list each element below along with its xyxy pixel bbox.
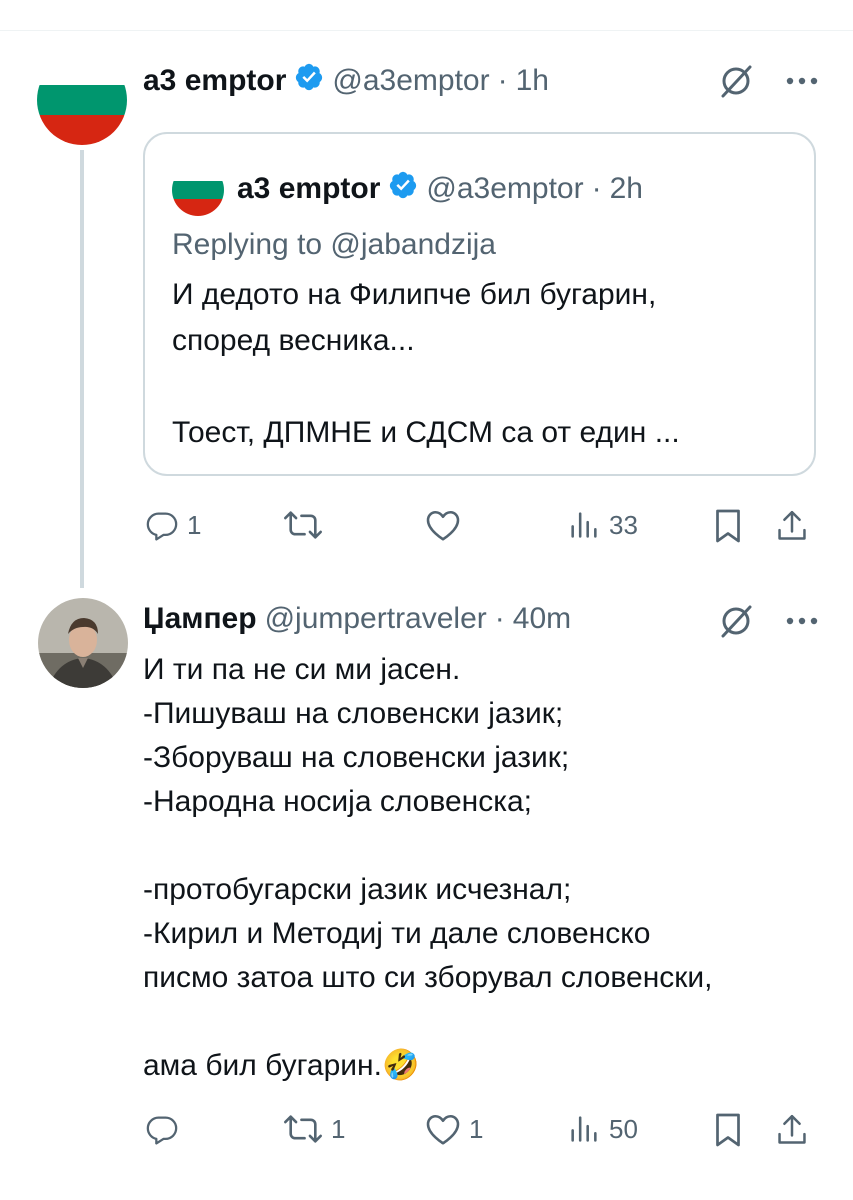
reply-icon [146, 512, 178, 541]
handle[interactable]: @а3emptor [332, 64, 489, 98]
grok-icon[interactable] [717, 602, 755, 640]
quote-timestamp: 2h [609, 172, 643, 205]
tweet-actions: 1 33 [143, 508, 823, 548]
bookmark-icon [716, 509, 740, 543]
verified-icon [388, 170, 418, 208]
views-button[interactable]: 50 [567, 1112, 638, 1146]
quote-text: И дедото на Филипче бил бугарин, според … [172, 278, 680, 449]
repost-button[interactable] [283, 508, 331, 542]
reply-button[interactable] [145, 1112, 187, 1146]
more-icon[interactable] [785, 76, 819, 86]
separator: · [497, 64, 508, 97]
user-photo-avatar [38, 598, 128, 688]
quoted-tweet[interactable]: а3 emptor @а3emptor · 2h Replying to @ja… [143, 132, 816, 476]
bulgarian-flag-avatar [37, 55, 127, 145]
like-count: 1 [469, 1113, 484, 1144]
share-icon [778, 1114, 806, 1144]
views-button[interactable]: 33 [567, 508, 638, 542]
views-icon [571, 512, 597, 538]
share-icon [778, 510, 806, 540]
tweet-text-content: И ти па не си ми јасен. -Пишуваш на слов… [143, 653, 713, 1082]
reply-count: 1 [187, 509, 202, 540]
tweet-2[interactable]: Џампер @jumpertraveler · 40m И ти па не … [0, 590, 853, 1190]
display-name[interactable]: а3 emptor [143, 64, 286, 98]
handle[interactable]: @jumpertraveler [265, 602, 487, 636]
avatar[interactable] [37, 55, 127, 145]
like-button[interactable]: 1 [425, 1112, 483, 1146]
share-button[interactable] [775, 1112, 809, 1148]
tweet-actions: 1 1 50 [143, 1112, 823, 1152]
replying-to: Replying to @jabandzija [172, 228, 496, 261]
reply-icon [146, 1116, 178, 1145]
verified-icon [294, 62, 324, 100]
grok-icon[interactable] [717, 62, 755, 100]
avatar[interactable] [38, 598, 128, 688]
rofl-emoji: 🤣 [381, 1049, 420, 1082]
timestamp[interactable]: 40m [513, 602, 571, 636]
more-icon[interactable] [785, 616, 819, 626]
separator: · [591, 172, 602, 205]
separator: · [494, 602, 505, 635]
repost-button[interactable]: 1 [283, 1112, 345, 1146]
tweet-header: Џампер @jumpertraveler · 40m [143, 602, 571, 636]
quote-avatar [172, 164, 224, 216]
like-icon [426, 1114, 460, 1145]
views-count: 33 [609, 509, 638, 540]
views-count: 50 [609, 1113, 638, 1144]
bookmark-button[interactable] [713, 508, 743, 544]
timestamp[interactable]: 1h [516, 64, 549, 98]
tweet-text: И ти па не си ми јасен. -Пишуваш на слов… [143, 648, 833, 1088]
views-icon [571, 1116, 597, 1142]
like-icon [426, 510, 460, 541]
bookmark-button[interactable] [713, 1112, 743, 1148]
quote-header: а3 emptor @а3emptor · 2h [237, 170, 643, 208]
bulgarian-flag-avatar [172, 164, 224, 216]
repost-count: 1 [331, 1113, 346, 1144]
repost-icon [284, 1115, 322, 1143]
quote-handle: @а3emptor [426, 172, 584, 205]
display-name[interactable]: Џампер [143, 602, 257, 636]
reply-button[interactable]: 1 [145, 508, 201, 542]
tweet-1[interactable]: а3 emptor @а3emptor · 1h а3 emptor @а3em… [0, 0, 853, 588]
repost-icon [284, 511, 322, 539]
thread-line [80, 150, 84, 588]
tweet-header: а3 emptor @а3emptor · 1h [143, 62, 549, 100]
share-button[interactable] [775, 508, 809, 544]
quote-display-name: а3 emptor [237, 172, 381, 205]
like-button[interactable] [425, 508, 469, 542]
header-actions [717, 62, 819, 100]
bookmark-icon [716, 1113, 740, 1147]
header-actions [717, 602, 819, 640]
